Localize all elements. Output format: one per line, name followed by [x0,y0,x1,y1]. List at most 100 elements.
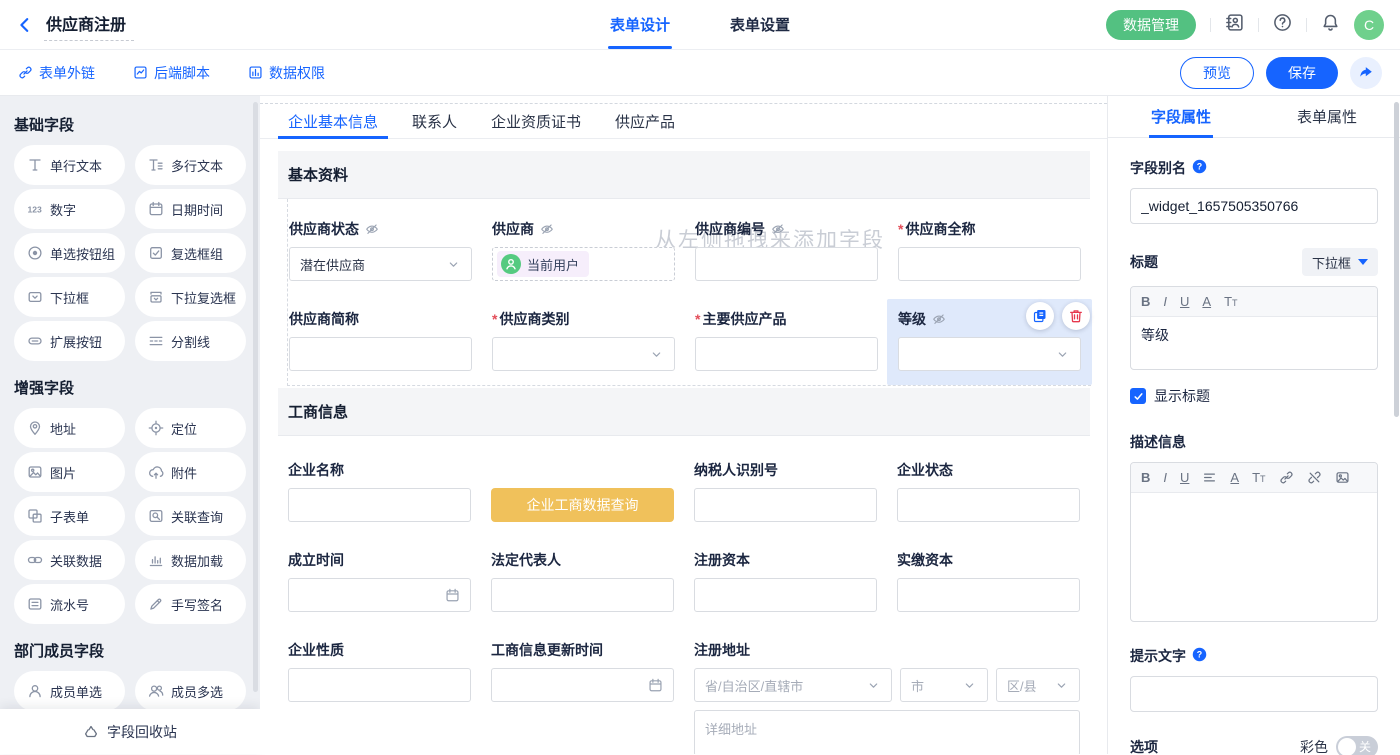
field-type-subform[interactable]: 子表单 [14,496,125,536]
field-type-select[interactable]: 下拉框 [14,277,125,317]
form-tab-1[interactable]: 联系人 [402,104,467,138]
bell-icon[interactable] [1321,13,1340,37]
field-type-serial[interactable]: 流水号 [14,584,125,624]
field-type-text[interactable]: 单行文本 [14,145,125,185]
address-select[interactable]: 市 [900,668,988,702]
text-input[interactable] [695,247,878,281]
color-icon[interactable]: A [1230,470,1239,485]
field-recycle-button[interactable]: 字段回收站 [0,709,260,754]
canvas-field[interactable]: 供应商当前用户 [492,219,675,281]
unlink-icon[interactable] [1307,470,1322,485]
text-input[interactable] [694,578,877,612]
canvas-field[interactable]: *供应商全称 [898,219,1081,281]
field-type-checkbox-group[interactable]: 复选框组 [135,233,246,273]
select-input[interactable] [898,337,1081,371]
field-type-members[interactable]: 成员多选 [135,671,246,709]
address-select[interactable]: 省/自治区/直辖市 [694,668,892,702]
show-title-checkbox[interactable]: 显示标题 [1130,386,1378,406]
canvas-field[interactable]: .企业工商数据查询 [491,460,674,522]
italic-icon[interactable]: I [1163,470,1167,485]
toolbar-link-link[interactable]: 表单外链 [18,63,95,83]
toolbar-link-script[interactable]: 后端脚本 [133,63,210,83]
select-input[interactable] [492,337,675,371]
avatar[interactable]: C [1354,10,1384,40]
back-button[interactable] [16,16,34,34]
title-editor-content[interactable]: 等级 [1131,317,1377,369]
panel-tab-field-props[interactable]: 字段属性 [1108,96,1254,137]
field-type-lookup[interactable]: 关联查询 [135,496,246,536]
canvas-field[interactable]: 等级 [887,299,1092,385]
canvas-field[interactable]: 法定代表人 [491,550,674,612]
text-input[interactable] [897,488,1080,522]
canvas-field[interactable]: 企业名称 [288,460,471,522]
canvas-field[interactable]: 成立时间 [288,550,471,612]
color-toggle[interactable]: 关 [1336,736,1378,755]
header-tab-settings[interactable]: 表单设置 [728,0,792,49]
sidebar-scrollbar[interactable] [253,102,258,692]
underline-icon[interactable]: U [1180,294,1189,309]
canvas-field[interactable]: 供应商编号 [695,219,878,281]
user-select-input[interactable]: 当前用户 [492,247,675,281]
toolbar-link-data-perm[interactable]: 数据权限 [248,63,325,83]
field-type-address[interactable]: 地址 [14,408,125,448]
canvas-field[interactable]: 工商信息更新时间 [491,640,674,754]
image-icon[interactable] [1335,470,1350,485]
date-input[interactable] [288,578,471,612]
text-input[interactable] [288,488,471,522]
share-button[interactable] [1350,57,1382,89]
canvas-field[interactable]: 企业性质 [288,640,471,754]
canvas-field[interactable]: 供应商简称 [289,309,472,371]
link-icon[interactable] [1279,470,1294,485]
field-type-data-load[interactable]: 数据加载 [135,540,246,580]
panel-scrollbar[interactable] [1394,102,1399,417]
canvas-field[interactable]: 企业状态 [897,460,1080,522]
field-type-select-multi[interactable]: 下拉复选框 [135,277,246,317]
text-input[interactable] [897,578,1080,612]
text-input[interactable] [898,247,1081,281]
address-select[interactable]: 区/县 [996,668,1080,702]
field-type-member[interactable]: 成员单选 [14,671,125,709]
save-button[interactable]: 保存 [1266,57,1338,89]
field-type-locate[interactable]: 定位 [135,408,246,448]
field-type-linked-data[interactable]: 关联数据 [14,540,125,580]
bold-icon[interactable]: B [1141,470,1150,485]
text-input[interactable] [491,578,674,612]
field-type-textarea[interactable]: 多行文本 [135,145,246,185]
canvas-field[interactable]: 纳税人识别号 [694,460,877,522]
help-icon[interactable]: ? [1192,159,1207,177]
field-type-radio[interactable]: 单选按钮组 [14,233,125,273]
size-icon[interactable]: TT [1224,294,1237,309]
description-editor-content[interactable] [1131,493,1377,621]
field-type-attach[interactable]: 附件 [135,452,246,492]
form-tab-0[interactable]: 企业基本信息 [278,104,388,138]
size-icon[interactable]: TT [1252,470,1265,485]
date-input[interactable] [491,668,674,702]
canvas-field[interactable]: 注册资本 [694,550,877,612]
preview-button[interactable]: 预览 [1180,57,1254,89]
address-detail-input[interactable]: 详细地址 [694,710,1080,754]
help-icon[interactable]: ? [1192,647,1207,665]
color-icon[interactable]: A [1202,294,1211,309]
italic-icon[interactable]: I [1163,294,1167,309]
canvas-field[interactable]: *主要供应产品 [695,309,878,371]
field-alias-input[interactable] [1130,188,1378,224]
field-type-number[interactable]: 123数字 [14,189,125,229]
align-icon[interactable] [1202,470,1217,485]
text-input[interactable] [694,488,877,522]
field-type-image[interactable]: 图片 [14,452,125,492]
company-data-lookup-button[interactable]: 企业工商数据查询 [491,488,674,522]
page-title[interactable]: 供应商注册 [44,9,134,41]
canvas-field[interactable]: 注册地址省/自治区/直辖市市区/县 详细地址 [694,640,1080,754]
bold-icon[interactable]: B [1141,294,1150,309]
widget-type-select[interactable]: 下拉框 [1302,248,1378,276]
form-tab-2[interactable]: 企业资质证书 [481,104,591,138]
field-type-signature[interactable]: 手写签名 [135,584,246,624]
underline-icon[interactable]: U [1180,470,1189,485]
help-icon[interactable] [1273,13,1292,37]
field-type-date[interactable]: 日期时间 [135,189,246,229]
form-tab-3[interactable]: 供应产品 [605,104,685,138]
panel-tab-form-props[interactable]: 表单属性 [1254,96,1400,137]
text-input[interactable] [695,337,878,371]
text-input[interactable] [288,668,471,702]
canvas-field[interactable]: *供应商类别 [492,309,675,371]
